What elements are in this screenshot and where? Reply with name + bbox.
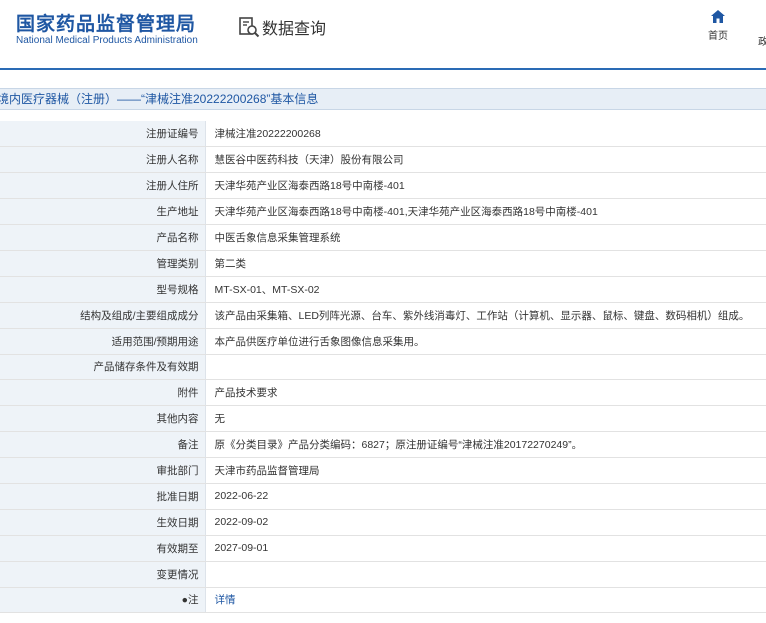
- field-value: 原《分类目录》产品分类编码：6827；原注册证编号“津械注准2017227024…: [205, 431, 766, 459]
- site-header: 国家药品监督管理局 National Medical Products Admi…: [0, 0, 766, 70]
- table-row: 变更情况: [0, 561, 766, 588]
- site-logo-cn[interactable]: 国家药品监督管理局: [16, 9, 196, 36]
- field-label: 型号规格: [0, 276, 206, 303]
- table-row: 管理类别 第二类: [0, 250, 766, 277]
- table-row: 型号规格 MT-SX-01、MT-SX-02: [0, 276, 766, 303]
- table-row: 产品储存条件及有效期: [0, 354, 766, 381]
- field-value: 天津市药品监督管理局: [205, 457, 766, 484]
- table-row: 其他内容无: [0, 405, 766, 433]
- table-row: 生效日期 2022-09-02: [0, 509, 766, 536]
- field-value: 慧医谷中医药科技（天津）股份有限公司: [205, 146, 766, 174]
- field-value: 产品技术要求: [205, 379, 766, 407]
- table-row: 有效期至 2027-09-01: [0, 535, 766, 562]
- field-label: 生产地址: [0, 198, 206, 226]
- table-row: 批准日期 2022-06-22: [0, 483, 766, 510]
- nav-home-label: 首页: [708, 31, 728, 42]
- detail-table: 注册证编号 津械注准20222200268 注册人名称 慧医谷中医药科技（天津）股份有…: [0, 121, 766, 614]
- field-label: ●注: [0, 587, 206, 614]
- table-row: 注册人住所 天津华苑产业区海泰西路18号中南楼-401: [0, 172, 766, 200]
- field-label: 管理类别: [0, 250, 206, 277]
- field-label: 附件: [0, 379, 206, 407]
- field-value: 天津华苑产业区海泰西路18号中南楼-401: [205, 172, 766, 200]
- field-label: 注册证编号: [0, 121, 206, 148]
- field-label: 产品储存条件及有效期: [0, 354, 206, 381]
- nav-home[interactable]: 首页: [700, 10, 736, 42]
- table-row: 注册证编号 津械注准20222200268: [0, 121, 766, 148]
- field-value: MT-SX-01、MT-SX-02: [205, 276, 766, 303]
- table-row: 生产地址 天津华苑产业区海泰西路18号中南楼-401,天津华苑产业区海泰西路18号…: [0, 198, 766, 226]
- field-value: 第二类: [205, 250, 766, 277]
- field-label: 产品名称: [0, 224, 206, 251]
- nav-item-partial[interactable]: 政: [758, 33, 766, 48]
- field-value: [205, 561, 766, 588]
- table-row: 附件 产品技术要求: [0, 379, 766, 407]
- field-value: 2022-09-02: [205, 509, 766, 536]
- data-query-link[interactable]: 数据查询: [238, 14, 326, 40]
- field-label: 注册人名称: [0, 146, 206, 174]
- field-value: 津械注准20222200268: [205, 121, 766, 148]
- site-logo-en[interactable]: National Medical Products Administration: [16, 35, 198, 46]
- field-label: 适用范围/预期用途: [0, 328, 206, 355]
- data-query-label: 数据查询: [262, 21, 327, 38]
- table-row: 备注 原《分类目录》产品分类编码：6827；原注册证编号“津械注准20172270…: [0, 431, 766, 459]
- home-icon: [711, 10, 725, 23]
- table-row: 适用范围/预期用途 本产品供医疗单位进行舌象图像信息采集用。: [0, 328, 766, 355]
- field-label: 批准日期: [0, 483, 206, 510]
- field-value: [205, 354, 766, 381]
- field-label: 生效日期: [0, 509, 206, 536]
- field-value: 中医舌象信息采集管理系统: [205, 224, 766, 251]
- field-label: 有效期至: [0, 535, 206, 562]
- table-row: 注册人名称 慧医谷中医药科技（天津）股份有限公司: [0, 146, 766, 174]
- table-row: 产品名称 中医舌象信息采集管理系统: [0, 224, 766, 251]
- table-row: ●注 详情: [0, 587, 766, 614]
- field-label: 其他内容: [0, 405, 206, 433]
- table-row: 审批部门 天津市药品监督管理局: [0, 457, 766, 484]
- field-value: 2027-09-01: [205, 535, 766, 562]
- field-label: 审批部门: [0, 457, 206, 484]
- field-label: 变更情况: [0, 561, 206, 588]
- field-value: 天津华苑产业区海泰西路18号中南楼-401,天津华苑产业区海泰西路18号中南楼-…: [205, 198, 766, 226]
- field-value: 2022-06-22: [205, 483, 766, 510]
- field-value: 本产品供医疗单位进行舌象图像信息采集用。: [205, 328, 766, 355]
- record-title-bar: 境内医疗器械（注册）——“津械注准20222200268”基本信息: [0, 88, 766, 110]
- field-label: 备注: [0, 431, 206, 459]
- field-value: 无: [205, 405, 766, 433]
- field-value: 该产品由采集箱、LED列阵光源、台车、紫外线消毒灯、工作站（计算机、显示器、鼠标…: [205, 302, 766, 329]
- table-row: 结构及组成/主要组成成分 该产品由采集箱、LED列阵光源、台车、紫外线消毒灯、工作…: [0, 302, 766, 329]
- field-label: 注册人住所: [0, 172, 206, 200]
- document-search-icon: [239, 17, 260, 38]
- record-title: 境内医疗器械（注册）——“津械注准20222200268”基本信息: [0, 92, 319, 106]
- field-label: 结构及组成/主要组成成分: [0, 302, 206, 329]
- details-link[interactable]: 详情: [205, 587, 766, 614]
